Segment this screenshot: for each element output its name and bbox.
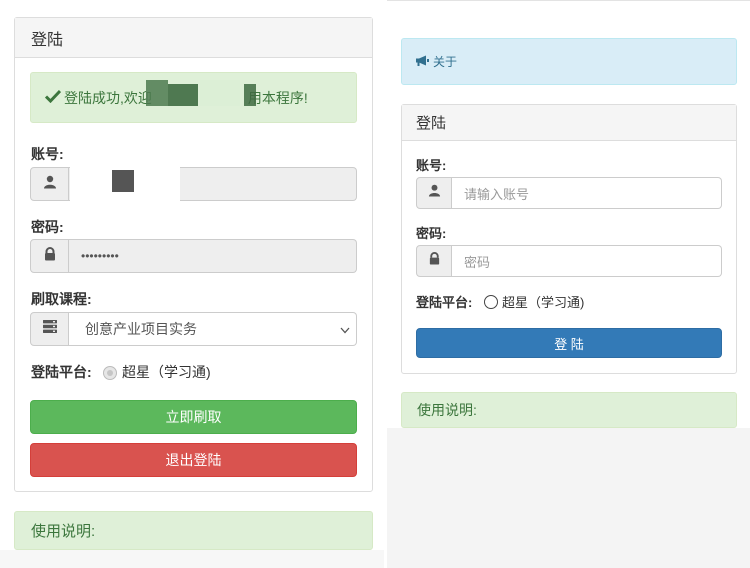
censor-block [112, 170, 134, 192]
right-platform-radio[interactable] [484, 295, 498, 309]
login-button[interactable]: 登 陆 [416, 328, 722, 358]
left-panel-heading: 登陆 [15, 18, 372, 58]
right-password-label: 密码: [416, 226, 447, 241]
right-platform-label: 登陆平台: [416, 295, 473, 310]
lock-icon [428, 252, 441, 270]
right-account-addon [416, 177, 452, 209]
right-account-input-group[interactable]: 请输入账号 [416, 177, 722, 209]
right-password-addon [416, 245, 452, 277]
password-addon [30, 239, 69, 273]
censor-block [168, 84, 198, 106]
logout-button[interactable]: 退出登陆 [30, 443, 357, 477]
password-label: 密码: [31, 219, 64, 235]
success-message-prefix: 登陆成功,欢迎 [64, 89, 152, 106]
course-select-group[interactable]: 创意产业项目实务 [30, 312, 357, 346]
right-account-field[interactable]: 请输入账号 [452, 177, 722, 209]
start-brush-button[interactable]: 立即刷取 [30, 400, 357, 434]
platform-option-label: 超星（学习通) [122, 364, 211, 380]
platform-label: 登陆平台: [31, 364, 92, 380]
list-icon [42, 320, 57, 338]
right-password-input-group[interactable]: 密码 [416, 245, 722, 277]
password-field[interactable]: ••••••••• [69, 239, 357, 273]
left-panel-title: 登陆 [31, 31, 64, 49]
censor-block [200, 80, 240, 106]
right-screen-bottom-area [387, 428, 750, 568]
right-account-label: 账号: [416, 158, 447, 173]
password-input-group[interactable]: ••••••••• [30, 239, 357, 273]
course-select[interactable]: 创意产业项目实务 [69, 312, 357, 346]
right-password-field[interactable]: 密码 [452, 245, 722, 277]
check-icon [44, 89, 62, 106]
user-icon [428, 184, 441, 202]
left-usage-panel: 使用说明: [14, 511, 373, 550]
right-usage-panel: 使用说明: [401, 392, 737, 428]
right-top-divider [387, 0, 750, 1]
right-panel-heading: 登陆 [402, 105, 736, 141]
bullhorn-icon [415, 55, 429, 69]
account-addon [30, 167, 69, 201]
right-platform-option-label: 超星（学习通) [502, 295, 585, 310]
course-selected-value: 创意产业项目实务 [85, 321, 197, 337]
right-usage-label: 使用说明: [417, 402, 477, 418]
about-alert[interactable]: 关于 [401, 38, 737, 85]
censor-block [146, 80, 168, 106]
left-usage-label: 使用说明: [31, 523, 96, 540]
platform-radio-checked[interactable] [103, 366, 117, 380]
chevron-down-icon [340, 321, 350, 337]
success-message-suffix: 用本程序! [247, 89, 308, 106]
account-label: 账号: [31, 146, 64, 162]
about-label: 关于 [433, 55, 458, 69]
radio-dot [107, 370, 113, 376]
user-icon [43, 175, 57, 194]
right-panel-title: 登陆 [416, 115, 447, 132]
course-label: 刷取课程: [31, 291, 92, 307]
censor-block [244, 84, 256, 106]
lock-icon [43, 246, 57, 266]
course-addon [30, 312, 69, 346]
